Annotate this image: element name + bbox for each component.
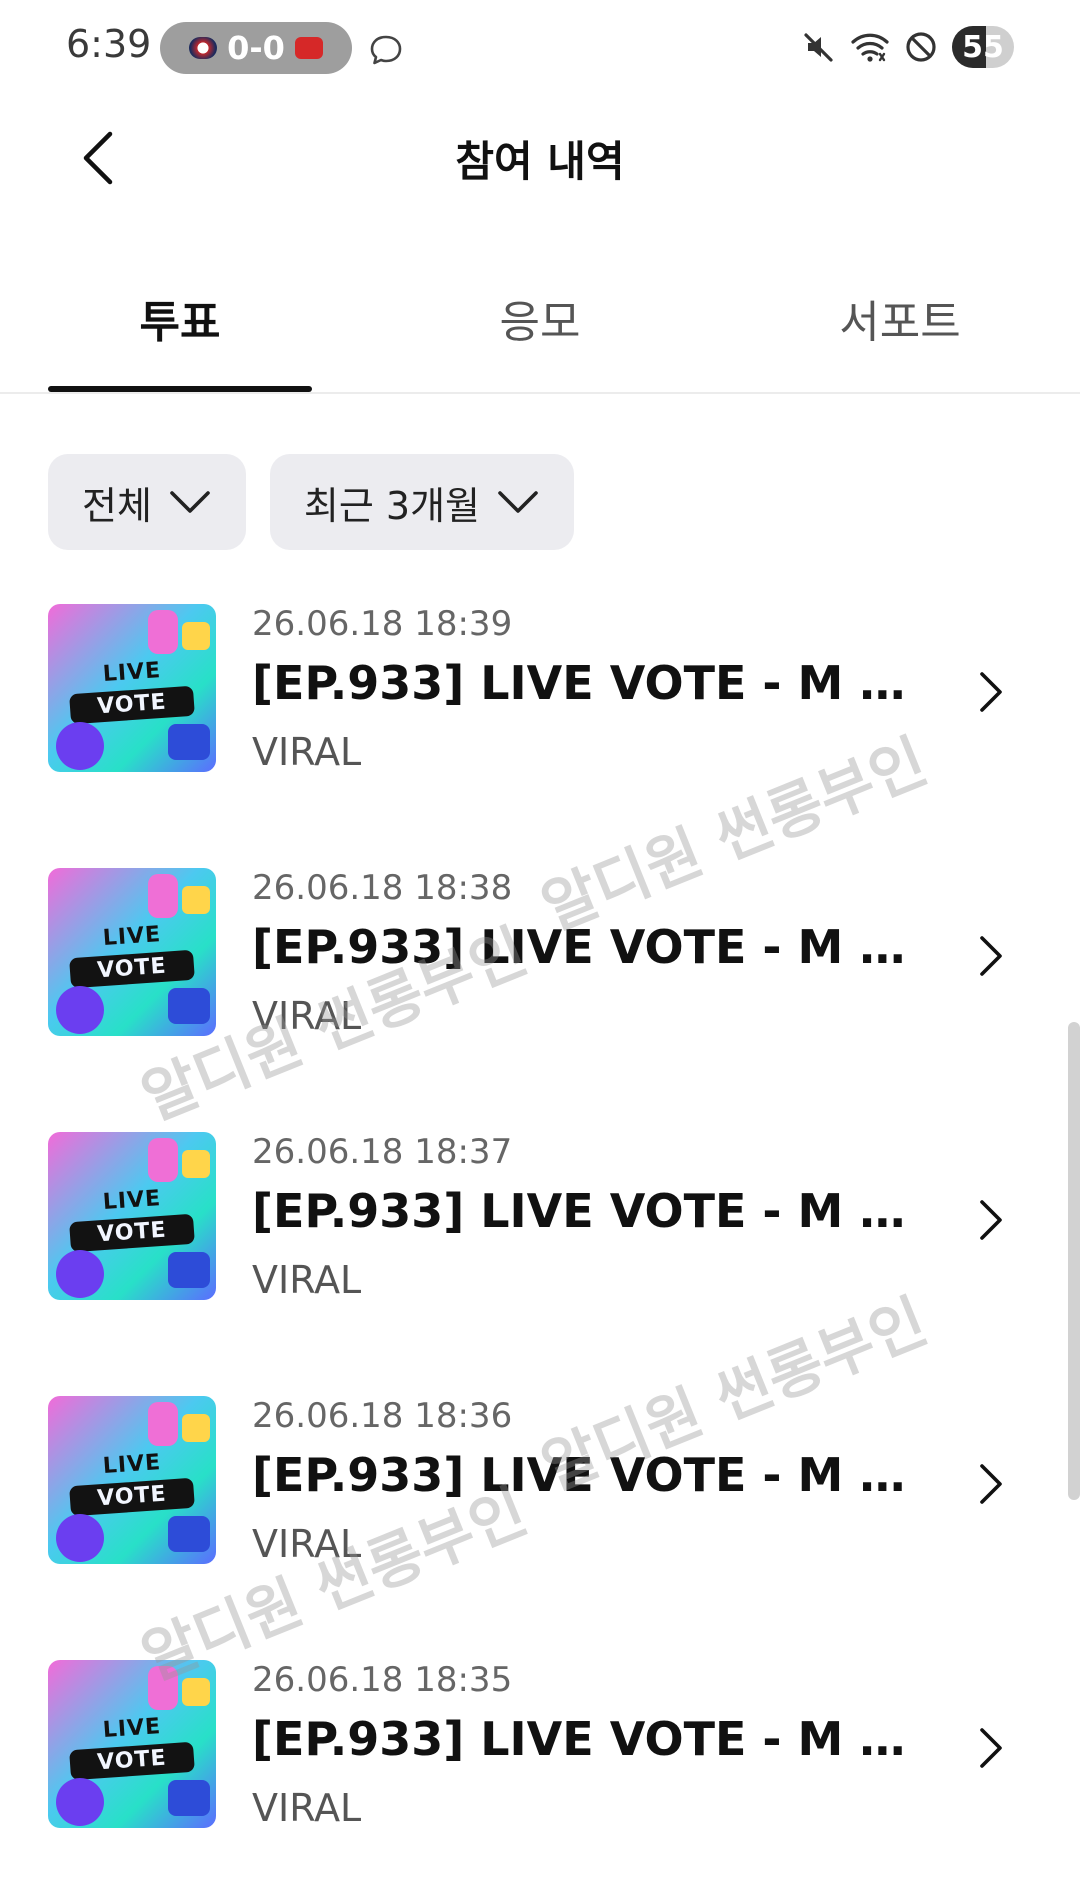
live-vote-thumbnail: LIVE VOTE (48, 604, 216, 772)
status-bar: 6:39 0-0 55 (0, 0, 1080, 96)
item-program: VIRAL (252, 1522, 362, 1566)
item-title: [EP.933] LIVE VOTE - M CO... (252, 920, 912, 974)
tab-bar: 투표 응모 서포트 (0, 268, 1080, 394)
chevron-right-icon (980, 1464, 1002, 1504)
list-item[interactable]: LIVE VOTE 26.06.18 18:35 [EP.933] LIVE V… (0, 1660, 1080, 1884)
live-vote-thumbnail: LIVE VOTE (48, 1396, 216, 1564)
filter-bar: 전체 최근 3개월 (48, 454, 575, 550)
participation-history-screen: 6:39 0-0 55 참여 내역 투표 응모 서포트 전체 최근 3개월 LI… (0, 0, 1080, 1884)
chevron-right-icon (980, 672, 1002, 712)
page-title: 참여 내역 (455, 137, 625, 186)
tab-entry[interactable]: 응모 (408, 286, 672, 350)
item-program: VIRAL (252, 1786, 362, 1830)
live-vote-thumbnail: LIVE VOTE (48, 868, 216, 1036)
scrollbar-thumb[interactable] (1068, 1022, 1080, 1500)
item-program: VIRAL (252, 730, 362, 774)
list-item[interactable]: LIVE VOTE 26.06.18 18:39 [EP.933] LIVE V… (0, 604, 1080, 868)
home-team-logo-icon (189, 37, 218, 59)
period-filter-label: 최근 3개월 (303, 483, 481, 528)
live-vote-thumbnail: LIVE VOTE (48, 1660, 216, 1828)
item-title: [EP.933] LIVE VOTE - M CO... (252, 1712, 912, 1766)
item-program: VIRAL (252, 994, 362, 1038)
category-filter-label: 전체 (82, 483, 152, 528)
wifi-icon (851, 33, 889, 62)
live-vote-thumbnail: LIVE VOTE (48, 1132, 216, 1300)
vote-history-list: LIVE VOTE 26.06.18 18:39 [EP.933] LIVE V… (0, 604, 1080, 1884)
list-item[interactable]: LIVE VOTE 26.06.18 18:38 [EP.933] LIVE V… (0, 868, 1080, 1132)
do-not-disturb-icon (906, 32, 936, 62)
status-time: 6:39 (66, 22, 152, 66)
status-icons: 55 (802, 26, 1014, 68)
tab-vote[interactable]: 투표 (48, 286, 312, 350)
chevron-down-icon (498, 491, 538, 513)
item-title: [EP.933] LIVE VOTE - M CO... (252, 1448, 912, 1502)
chevron-down-icon (170, 491, 210, 513)
category-filter-dropdown[interactable]: 전체 (48, 454, 246, 550)
live-score: 0-0 (227, 29, 285, 67)
away-team-logo-icon (294, 37, 323, 59)
list-item[interactable]: LIVE VOTE 26.06.18 18:37 [EP.933] LIVE V… (0, 1132, 1080, 1396)
battery-level: 55 (962, 29, 1004, 65)
item-title: [EP.933] LIVE VOTE - M CO... (252, 656, 912, 710)
chevron-right-icon (980, 1200, 1002, 1240)
chevron-right-icon (980, 1728, 1002, 1768)
item-date: 26.06.18 18:39 (252, 604, 513, 644)
item-date: 26.06.18 18:38 (252, 868, 513, 908)
item-date: 26.06.18 18:37 (252, 1132, 513, 1172)
mute-icon (804, 33, 833, 62)
battery-indicator: 55 (952, 26, 1014, 68)
chat-bubble-icon (370, 35, 402, 65)
item-title: [EP.933] LIVE VOTE - M CO... (252, 1184, 912, 1238)
period-filter-dropdown[interactable]: 최근 3개월 (269, 454, 575, 550)
item-program: VIRAL (252, 1258, 362, 1302)
chevron-right-icon (980, 936, 1002, 976)
live-score-pill[interactable]: 0-0 (160, 22, 352, 74)
list-item[interactable]: LIVE VOTE 26.06.18 18:36 [EP.933] LIVE V… (0, 1396, 1080, 1660)
app-header: 참여 내역 (0, 100, 1080, 220)
tab-support[interactable]: 서포트 (768, 286, 1032, 350)
item-date: 26.06.18 18:35 (252, 1660, 513, 1700)
active-tab-indicator (48, 386, 312, 392)
item-date: 26.06.18 18:36 (252, 1396, 513, 1436)
